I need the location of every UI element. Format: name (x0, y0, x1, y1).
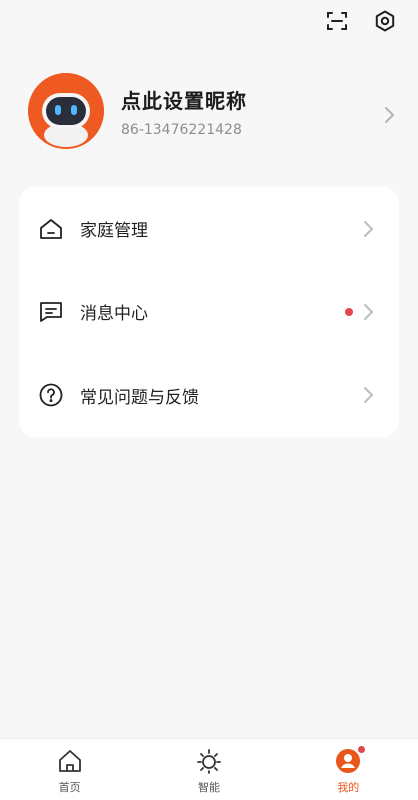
home-outline-icon (38, 216, 64, 242)
phone-number: 86-13476221428 (121, 121, 242, 138)
menu-item-label: 消息中心 (80, 304, 148, 325)
nav-tab-label: 首页 (58, 781, 81, 794)
sun-icon (195, 747, 223, 775)
menu-item-label: 家庭管理 (80, 221, 148, 242)
top-toolbar (324, 8, 398, 34)
nav-tab-home[interactable]: 首页 (0, 739, 139, 800)
gear-icon[interactable] (372, 8, 398, 34)
nav-tab-mine[interactable]: 我的 (279, 739, 418, 800)
help-icon (38, 382, 64, 408)
chevron-right-icon (361, 303, 375, 321)
message-icon (38, 299, 64, 325)
profile-header[interactable]: 点此设置昵称 86-13476221428 (28, 72, 398, 150)
nickname-label[interactable]: 点此设置昵称 (121, 85, 372, 114)
scan-icon[interactable] (324, 8, 350, 34)
home-icon (56, 747, 84, 775)
nav-tab-smart[interactable]: 智能 (139, 739, 278, 800)
profile-page: 点此设置昵称 86-13476221428 家庭管理 消息中心 常见问题与反馈 … (0, 0, 418, 800)
chevron-right-icon (380, 106, 398, 124)
menu-item-home-management[interactable]: 家庭管理 (19, 187, 399, 270)
menu-item-faq-feedback[interactable]: 常见问题与反馈 (19, 354, 399, 437)
chevron-right-icon (361, 220, 375, 238)
unread-dot (345, 307, 353, 316)
nav-tab-label: 我的 (337, 781, 360, 794)
menu-card: 家庭管理 消息中心 常见问题与反馈 (19, 187, 399, 437)
avatar[interactable] (28, 73, 104, 149)
user-icon (334, 745, 367, 775)
bottom-navigation: 首页 智能 我的 (0, 738, 418, 800)
notification-badge (357, 745, 367, 754)
nav-tab-label: 智能 (197, 781, 220, 794)
menu-item-message-center[interactable]: 消息中心 (19, 270, 399, 353)
menu-item-label: 常见问题与反馈 (80, 387, 199, 408)
chevron-right-icon (361, 386, 375, 404)
